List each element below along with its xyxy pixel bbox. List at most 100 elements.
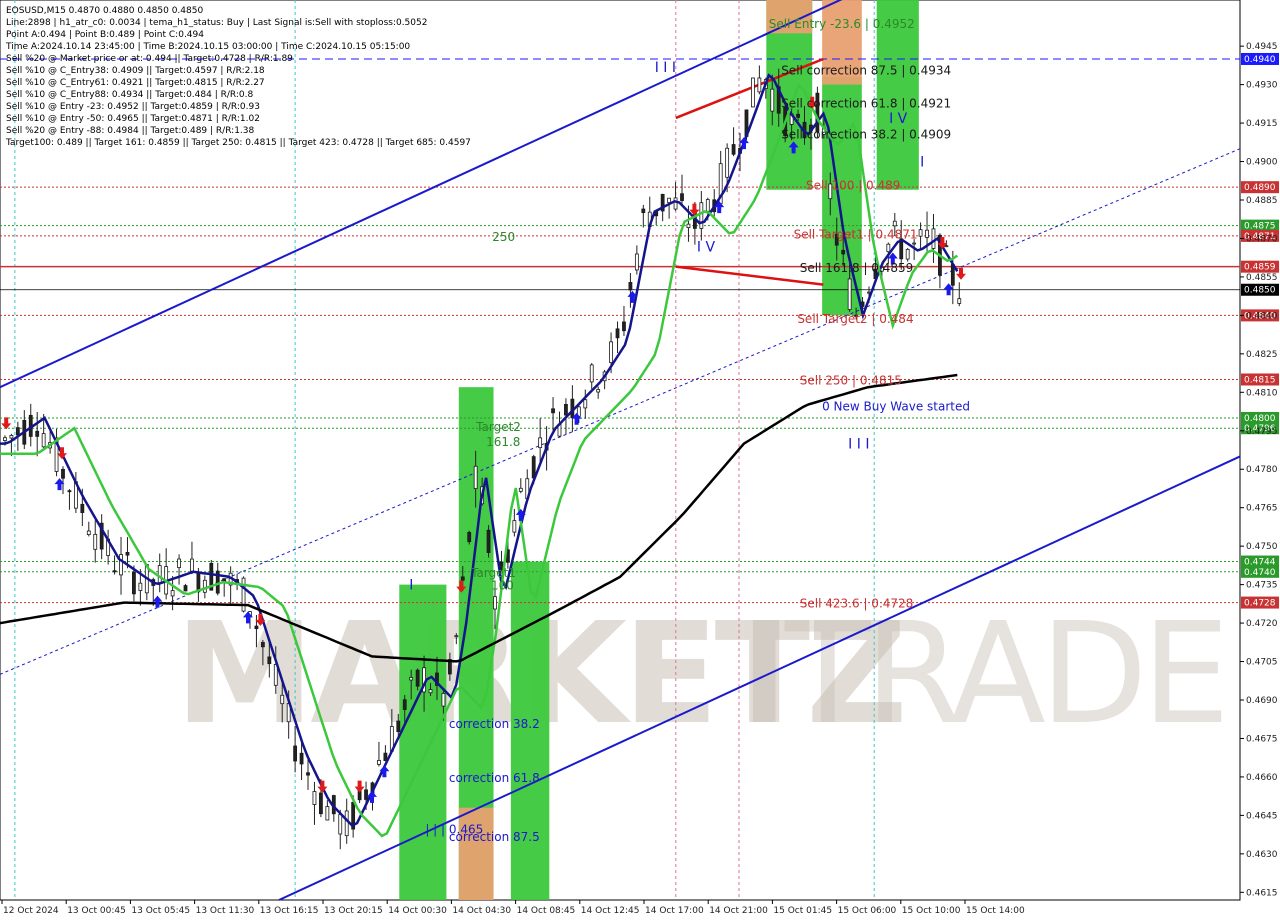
candle-body [622,321,626,332]
chart-annotation: Sell 100 | 0.489 [806,179,900,193]
candle-body [338,814,343,835]
wave-label: I I I [848,437,869,453]
candle-body [41,433,46,448]
candle-body [770,88,775,112]
candle-body [796,113,800,118]
candle-body [86,530,91,535]
candle-body [119,554,123,576]
wave-label: I V [697,239,716,255]
candle-body [686,223,691,229]
y-tick-label: 0.4825 [1246,350,1278,360]
y-tick-label: 0.4615 [1246,888,1278,898]
candle-body [183,585,188,592]
chart-root: MARKETZ I TRADE 0.49400.48900.48750.4871… [0,0,1280,920]
candle-body [892,220,897,227]
candle-body [886,243,891,253]
y-tick-label: 0.4660 [1246,773,1278,783]
wave-label: I [920,155,924,171]
candle-body [415,669,420,687]
candle-body [925,229,929,238]
x-tick-label: 13 Oct 16:15 [260,906,319,916]
watermark-text-right: TRADE [784,593,1224,756]
candle-body [757,77,762,93]
y-tick-label: 0.4675 [1246,734,1278,744]
price-level-value: 0.4740 [1244,568,1276,578]
chart-annotation: correction 38.2 [449,717,540,731]
candle-body [725,147,730,178]
y-tick-label: 0.4645 [1246,811,1278,821]
chart-annotation: 0 New Buy Wave started [822,399,970,413]
x-tick-label: 15 Oct 14:00 [966,906,1025,916]
candle-body [944,245,949,248]
x-tick-label: 14 Oct 21:00 [709,906,768,916]
chart-annotation: | | | 0.465 [425,822,483,836]
candle-body [493,596,497,610]
candle-body [61,468,65,479]
info-line: Time A:2024.10.14 23:45:00 | Time B:2024… [5,42,410,52]
candle-body [319,792,323,815]
info-line: Sell %10 @ Entry -23: 0.4952 || Target:0… [6,102,260,112]
chart-annotation: 161.8 [486,435,520,449]
info-line: Sell %10 @ C_Entry38: 0.4909 || Target:0… [6,66,265,76]
x-tick-label: 14 Oct 00:30 [388,906,447,916]
trading-chart[interactable]: MARKETZ I TRADE 0.49400.48900.48750.4871… [0,0,1280,920]
y-tick-label: 0.4690 [1246,696,1278,706]
candle-body [254,625,259,630]
watermark-text-mid: I [740,593,788,756]
y-tick-label: 0.4885 [1246,196,1278,206]
chart-annotation: 250 [492,230,515,244]
candle-body [202,579,207,593]
candle-body [564,403,568,416]
candle-body [383,752,388,761]
candle-body [518,487,523,492]
price-level-value: 0.4728 [1244,599,1276,609]
candle-body [280,694,285,705]
candle-body [441,693,446,707]
y-tick-label: 0.4915 [1246,119,1278,129]
candle-body [628,282,633,291]
chart-annotation: Sell correction 87.5 | 0.4934 [781,63,951,77]
y-tick-label: 0.4735 [1246,581,1278,591]
candle-body [93,533,98,550]
candle-body [731,144,736,155]
candle-body [3,437,7,441]
price-level-value: 0.4859 [1244,263,1276,273]
info-line: Target100: 0.489 || Target 161: 0.4859 |… [5,138,471,148]
candle-body [312,791,317,805]
price-level-value: 0.4815 [1244,375,1276,385]
candle-body [260,642,265,648]
candle-body [396,720,401,733]
chart-annotation: correction 61.8 [449,771,540,785]
candle-body [267,656,272,665]
candle-body [841,249,846,255]
candle-body [931,228,936,249]
candle-body [467,532,472,543]
info-line: Sell %10 @ C_Entry61: 0.4921 || Target:0… [6,78,265,88]
candle-body [583,399,588,409]
candle-body [680,193,684,201]
y-tick-label: 0.4840 [1246,311,1278,321]
info-line: Sell %10 @ C_Entry88: 0.4934 || Target:0… [6,90,253,100]
candle-body [667,197,672,203]
x-tick-label: 14 Oct 08:45 [517,906,576,916]
y-tick-label: 0.4750 [1246,542,1278,552]
y-tick-label: 0.4780 [1246,465,1278,475]
candle-body [325,806,330,821]
candle-body [157,565,162,584]
zone-box [822,76,862,316]
candle-body [190,558,194,572]
candle-body [377,759,381,765]
chart-annotation: Target2 [475,420,521,434]
x-tick-label: 13 Oct 20:15 [324,906,383,916]
candle-body [428,689,433,694]
candle-body [35,430,40,437]
price-level-value: 0.4890 [1244,183,1276,193]
info-line: Point A:0.494 | Point B:0.489 | Point C:… [6,30,204,40]
x-tick-label: 15 Oct 01:45 [773,906,832,916]
candle-body [609,341,613,363]
candle-body [293,745,298,762]
candle-body [177,558,181,569]
candle-body [9,435,14,439]
y-tick-label: 0.4630 [1246,850,1278,860]
candle-body [15,427,20,436]
